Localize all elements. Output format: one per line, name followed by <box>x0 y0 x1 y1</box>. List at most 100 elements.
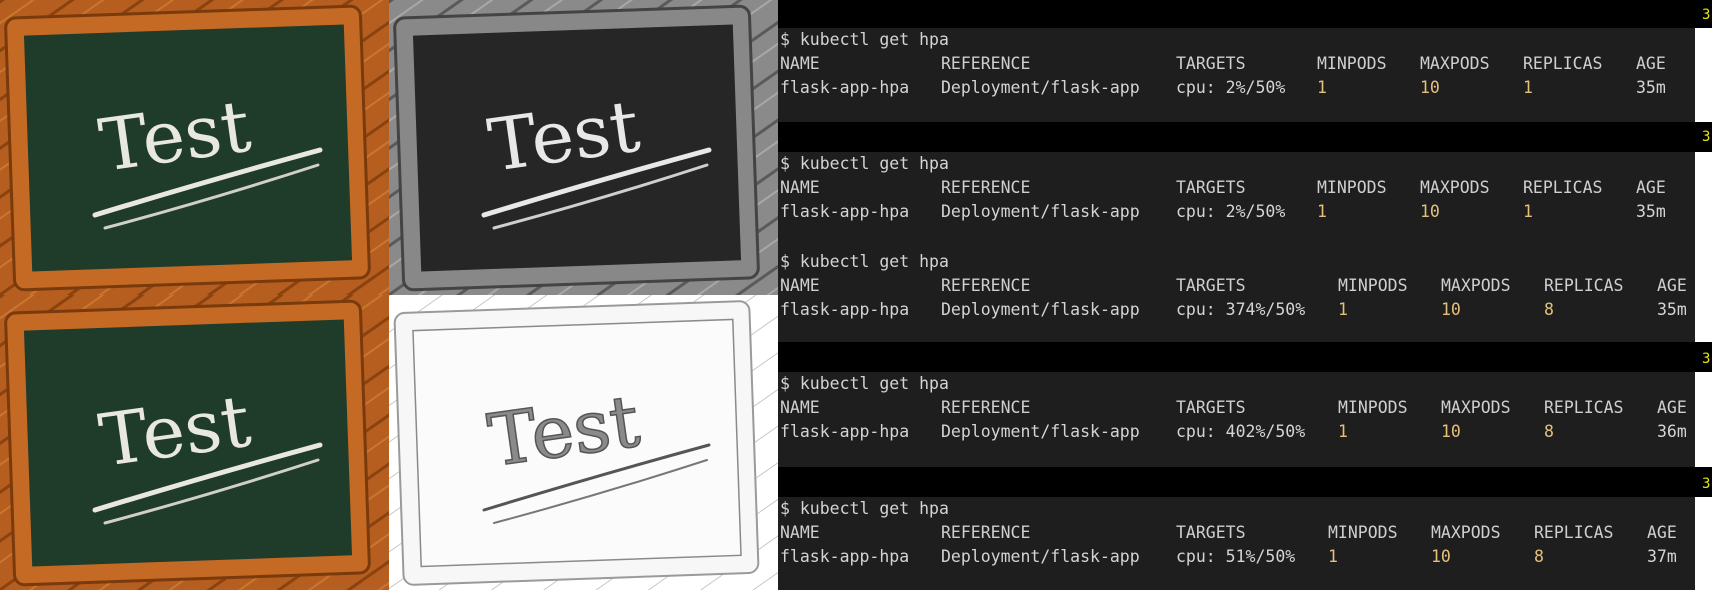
col-header-replicas: REPLICAS <box>1544 276 1624 295</box>
command-text: kubectl get hpa <box>799 499 949 518</box>
prompt-marker: 3 <box>1702 7 1711 23</box>
col-header-targets: TARGETS <box>1176 523 1246 542</box>
cell-replicas: 1 <box>1523 202 1533 221</box>
col-header-reference: REFERENCE <box>941 276 1031 295</box>
cell-targets: cpu: 51%/50% <box>1176 547 1296 566</box>
col-header-targets: TARGETS <box>1176 276 1246 295</box>
col-header-minpods: MINPODS <box>1328 523 1398 542</box>
prompt-symbol: $ <box>780 499 790 518</box>
command-line: $ kubectl get hpa <box>780 497 949 521</box>
cell-targets: cpu: 2%/50% <box>1176 78 1286 97</box>
cell-age: 35m <box>1636 78 1666 97</box>
col-header-name: NAME <box>780 54 820 73</box>
prompt-marker: 3 <box>1702 351 1711 367</box>
cell-minpods: 1 <box>1317 78 1327 97</box>
hpa-output-block-4: $ kubectl get hpa NAME REFERENCE TARGETS… <box>778 372 1695 467</box>
cell-replicas: 8 <box>1534 547 1544 566</box>
cell-reference: Deployment/flask-app <box>941 300 1140 319</box>
cell-reference: Deployment/flask-app <box>941 202 1140 221</box>
cell-name: flask-app-hpa <box>780 422 910 441</box>
cell-age: 36m <box>1657 422 1687 441</box>
col-header-maxpods: MAXPODS <box>1420 54 1490 73</box>
prompt-symbol: $ <box>780 374 790 393</box>
chalkboard-illustration: Test <box>389 295 778 590</box>
prompt-marker: 3 <box>1702 476 1711 492</box>
cell-maxpods: 10 <box>1420 78 1440 97</box>
cell-maxpods: 10 <box>1441 300 1461 319</box>
prompt-symbol: $ <box>780 30 790 49</box>
command-text: kubectl get hpa <box>799 30 949 49</box>
prompt-symbol: $ <box>780 252 790 271</box>
cell-name: flask-app-hpa <box>780 78 910 97</box>
hpa-output-block-5: $ kubectl get hpa NAME REFERENCE TARGETS… <box>778 497 1695 590</box>
col-header-minpods: MINPODS <box>1317 178 1387 197</box>
cell-age: 35m <box>1657 300 1687 319</box>
chalkboard-illustration: Test <box>389 0 778 295</box>
command-line: $ kubectl get hpa <box>780 28 949 52</box>
image-grayscale-chalkboard: Test <box>389 0 778 295</box>
hpa-output-block-1: $ kubectl get hpa NAME REFERENCE TARGETS… <box>778 28 1695 122</box>
cell-age: 35m <box>1636 202 1666 221</box>
col-header-age: AGE <box>1636 54 1666 73</box>
cell-name: flask-app-hpa <box>780 300 910 319</box>
col-header-targets: TARGETS <box>1176 54 1246 73</box>
cell-targets: cpu: 402%/50% <box>1176 422 1306 441</box>
cell-reference: Deployment/flask-app <box>941 78 1140 97</box>
image-color-chalkboard-copy: Test <box>0 295 389 590</box>
cell-name: flask-app-hpa <box>780 202 910 221</box>
col-header-age: AGE <box>1636 178 1666 197</box>
separator-strip <box>778 342 1712 372</box>
col-header-reference: REFERENCE <box>941 54 1031 73</box>
image-sketch-chalkboard: Test <box>389 295 778 590</box>
col-header-targets: TARGETS <box>1176 178 1246 197</box>
separator-strip <box>778 467 1712 497</box>
separator-strip <box>778 0 1712 28</box>
col-header-name: NAME <box>780 398 820 417</box>
cell-name: flask-app-hpa <box>780 547 910 566</box>
command-text: kubectl get hpa <box>799 154 949 173</box>
cell-targets: cpu: 2%/50% <box>1176 202 1286 221</box>
chalkboard-illustration: Test <box>0 0 389 295</box>
cell-maxpods: 10 <box>1441 422 1461 441</box>
cell-replicas: 1 <box>1523 78 1533 97</box>
command-line: $ kubectl get hpa <box>780 372 949 396</box>
col-header-age: AGE <box>1647 523 1677 542</box>
col-header-maxpods: MAXPODS <box>1431 523 1501 542</box>
cell-minpods: 1 <box>1338 300 1348 319</box>
col-header-targets: TARGETS <box>1176 398 1246 417</box>
col-header-replicas: REPLICAS <box>1534 523 1614 542</box>
col-header-maxpods: MAXPODS <box>1441 398 1511 417</box>
col-header-maxpods: MAXPODS <box>1441 276 1511 295</box>
cell-targets: cpu: 374%/50% <box>1176 300 1306 319</box>
command-text: kubectl get hpa <box>799 252 949 271</box>
terminal-output-collage: $ kubectl get hpa NAME REFERENCE TARGETS… <box>778 0 1712 590</box>
separator-strip <box>778 122 1712 152</box>
cell-reference: Deployment/flask-app <box>941 547 1140 566</box>
command-text: kubectl get hpa <box>799 374 949 393</box>
hpa-output-block-2: $ kubectl get hpa NAME REFERENCE TARGETS… <box>778 152 1695 342</box>
command-line: $ kubectl get hpa <box>780 250 949 274</box>
cell-age: 37m <box>1647 547 1677 566</box>
cell-replicas: 8 <box>1544 300 1554 319</box>
col-header-name: NAME <box>780 178 820 197</box>
cell-replicas: 8 <box>1544 422 1554 441</box>
cell-maxpods: 10 <box>1431 547 1451 566</box>
col-header-name: NAME <box>780 276 820 295</box>
col-header-replicas: REPLICAS <box>1523 178 1603 197</box>
prompt-marker: 3 <box>1702 129 1711 145</box>
col-header-minpods: MINPODS <box>1338 276 1408 295</box>
image-color-chalkboard: Test <box>0 0 389 295</box>
col-header-minpods: MINPODS <box>1338 398 1408 417</box>
cell-reference: Deployment/flask-app <box>941 422 1140 441</box>
col-header-reference: REFERENCE <box>941 178 1031 197</box>
col-header-minpods: MINPODS <box>1317 54 1387 73</box>
col-header-replicas: REPLICAS <box>1523 54 1603 73</box>
col-header-reference: REFERENCE <box>941 398 1031 417</box>
chalkboard-illustration: Test <box>0 295 389 590</box>
prompt-symbol: $ <box>780 154 790 173</box>
col-header-replicas: REPLICAS <box>1544 398 1624 417</box>
cell-minpods: 1 <box>1338 422 1348 441</box>
col-header-name: NAME <box>780 523 820 542</box>
col-header-age: AGE <box>1657 398 1687 417</box>
cell-maxpods: 10 <box>1420 202 1440 221</box>
